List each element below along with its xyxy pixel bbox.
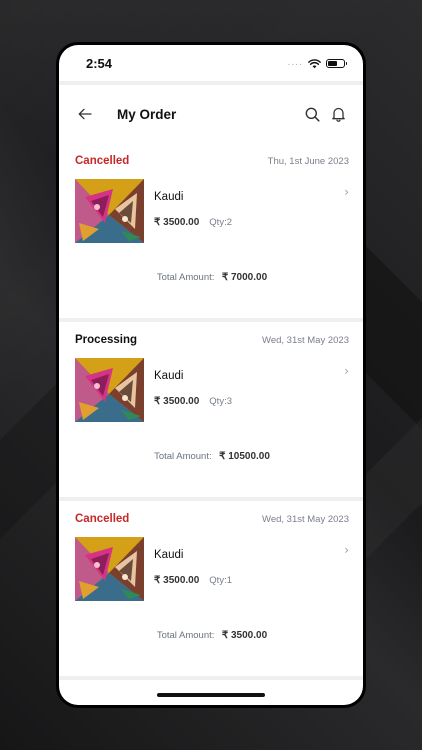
product-name: Kaudi xyxy=(154,191,184,203)
search-icon xyxy=(305,107,320,122)
total-amount-row: Total Amount: ₹ 3500.00 xyxy=(75,625,349,643)
chevron-right-icon[interactable]: › xyxy=(344,543,349,557)
divider xyxy=(59,676,363,680)
home-indicator xyxy=(157,693,265,697)
back-button[interactable] xyxy=(73,102,97,126)
total-value: ₹ 7000.00 xyxy=(221,272,268,283)
order-status: Processing xyxy=(75,334,137,346)
total-amount-row: Total Amount: ₹ 7000.00 xyxy=(75,267,349,285)
total-label: Total Amount: xyxy=(156,272,215,283)
status-icons: .... xyxy=(287,54,347,73)
total-value: ₹ 3500.00 xyxy=(221,630,268,641)
order-card[interactable]: Processing Wed, 31st May 2023 Kaudi ₹ 35… xyxy=(59,322,363,497)
order-status: Cancelled xyxy=(75,155,130,167)
wifi-icon xyxy=(308,54,321,73)
chevron-right-icon[interactable]: › xyxy=(344,185,349,199)
status-time: 2:54 xyxy=(86,55,113,71)
order-status: Cancelled xyxy=(75,513,130,525)
bell-icon xyxy=(331,107,345,122)
order-card[interactable]: Cancelled Thu, 1st June 2023 Kaudi ₹ 350… xyxy=(59,143,363,318)
product-image xyxy=(75,179,144,243)
status-bar: 2:54 .... xyxy=(59,45,363,81)
total-amount-row: Total Amount: ₹ 10500.00 xyxy=(75,446,349,464)
battery-icon xyxy=(326,58,347,68)
arrow-left-icon xyxy=(78,108,92,120)
product-image xyxy=(75,358,144,422)
product-qty: Qty:1 xyxy=(209,575,232,586)
total-value: ₹ 10500.00 xyxy=(219,451,270,462)
order-date: Wed, 31st May 2023 xyxy=(262,513,349,525)
product-name: Kaudi xyxy=(154,370,184,382)
phone-screen: 2:54 .... My Order Cancelled Thu, 1st Ju… xyxy=(59,45,363,705)
total-label: Total Amount: xyxy=(156,630,215,641)
notifications-button[interactable] xyxy=(327,103,349,125)
page-title: My Order xyxy=(117,106,177,122)
total-label: Total Amount: xyxy=(154,451,212,462)
product-image xyxy=(75,537,144,601)
product-name: Kaudi xyxy=(154,549,184,561)
app-header: My Order xyxy=(59,85,363,143)
search-button[interactable] xyxy=(301,103,323,125)
order-item-row[interactable]: Kaudi ₹ 3500.00 Qty:1 › xyxy=(75,537,349,601)
product-price: ₹ 3500.00 xyxy=(154,575,200,586)
order-item-row[interactable]: Kaudi ₹ 3500.00 Qty:2 › xyxy=(75,179,349,243)
product-qty: Qty:2 xyxy=(209,217,232,228)
signal-dots-icon: .... xyxy=(287,58,303,68)
product-price: ₹ 3500.00 xyxy=(154,217,200,228)
phone-frame: 2:54 .... My Order Cancelled Thu, 1st Ju… xyxy=(56,42,366,708)
order-date: Thu, 1st June 2023 xyxy=(267,155,349,167)
product-qty: Qty:3 xyxy=(209,396,232,407)
order-date: Wed, 31st May 2023 xyxy=(262,334,349,346)
order-item-row[interactable]: Kaudi ₹ 3500.00 Qty:3 › xyxy=(75,358,349,422)
order-card[interactable]: Cancelled Wed, 31st May 2023 Kaudi ₹ 350… xyxy=(59,501,363,676)
product-price: ₹ 3500.00 xyxy=(154,396,200,407)
chevron-right-icon[interactable]: › xyxy=(344,364,349,378)
